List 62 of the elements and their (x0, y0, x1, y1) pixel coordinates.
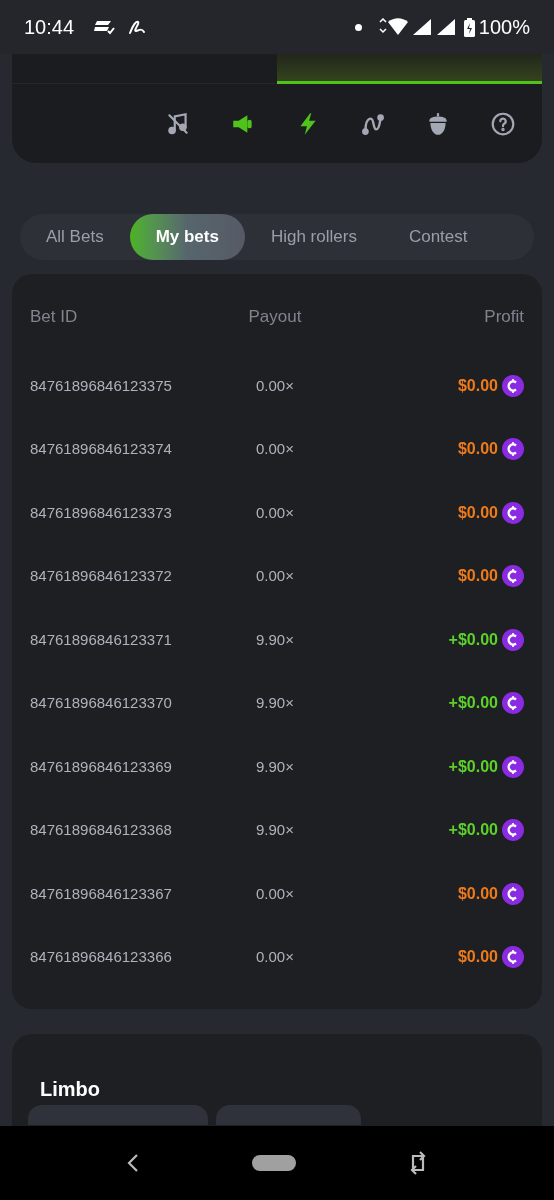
bet-id-cell-text: 84761896846123370 (30, 693, 173, 713)
wifi-icon (377, 18, 408, 36)
payout-cell-text: 0.00× (255, 566, 295, 586)
signal-icon (435, 18, 456, 36)
profit-cell-text: $0.00 (457, 375, 498, 396)
bet-id-cell-text: 84761896846123371 (30, 629, 173, 650)
bet-id-cell-text: 84761896846123374 (30, 439, 173, 459)
profit-cell-text: $0.00 (457, 439, 498, 460)
bet-id-cell-text: 84761896846123375 (30, 375, 173, 396)
payout-cell-text: 0.00× (255, 375, 295, 396)
bets-tab[interactable]: All Bets (20, 214, 130, 260)
payout-cell-text: 0.00× (255, 947, 295, 967)
payout-cell-text: 0.00× (255, 439, 295, 459)
music-off-icon[interactable] (165, 110, 191, 137)
coin-icon (502, 565, 524, 588)
bet-id-cell-text: 84761896846123368 (30, 820, 173, 840)
payout-cell-text: 9.90× (255, 693, 295, 713)
bets-tab[interactable]: Contest (382, 214, 494, 260)
coin-icon (502, 501, 524, 524)
profit-cell-text: $0.00 (457, 566, 498, 587)
profit-cell-text: $0.00 (457, 947, 498, 968)
profit-cell-text: +$0.00 (448, 820, 498, 841)
bet-id-cell-text: 84761896846123372 (30, 566, 173, 586)
payout-cell-text: 9.90× (255, 629, 295, 650)
coin-icon (502, 946, 524, 969)
profit-cell-text: +$0.00 (448, 629, 498, 650)
bets-tab[interactable]: High rollers (244, 214, 383, 260)
payout-cell-text: 0.00× (255, 502, 295, 523)
coin-icon (502, 628, 524, 651)
payout-cell-text: 0.00× (255, 883, 295, 904)
coin-icon (502, 374, 524, 397)
coin-icon (502, 755, 524, 778)
profit-cell-text: $0.00 (457, 883, 498, 904)
signature-icon (128, 19, 147, 35)
profit-cell-text: +$0.00 (448, 693, 498, 714)
rotate-icon[interactable] (408, 1150, 428, 1176)
back-icon[interactable] (126, 1153, 140, 1173)
signal-icon (411, 18, 432, 36)
home-button[interactable] (252, 1155, 296, 1171)
coin-icon (502, 882, 524, 905)
battery-percent: 100% (478, 15, 530, 40)
coin-icon (502, 692, 524, 715)
column-header: Profit (483, 306, 524, 329)
mode-tab[interactable] (277, 54, 542, 84)
payout-cell-text: 9.90× (255, 820, 295, 840)
column-header: Bet ID (30, 306, 79, 329)
bets-tab[interactable]: My bets (129, 214, 245, 260)
battery-icon (463, 17, 475, 37)
app-notification-icon (94, 18, 117, 36)
help-icon[interactable] (490, 110, 516, 137)
clock: 10:44 (24, 15, 75, 40)
profit-cell-text: +$0.00 (448, 756, 498, 777)
profit-cell-text: $0.00 (457, 502, 498, 523)
bet-id-cell-text: 84761896846123367 (30, 883, 173, 904)
game-title: Limbo (40, 1077, 101, 1102)
coin-icon (502, 438, 524, 461)
bet-id-cell-text: 84761896846123366 (30, 947, 173, 967)
column-header: Payout (247, 306, 303, 329)
bet-id-cell-text: 84761896846123373 (30, 502, 173, 523)
coin-icon (502, 819, 524, 842)
payout-cell-text: 9.90× (255, 756, 295, 777)
bet-id-cell-text: 84761896846123369 (30, 756, 173, 777)
